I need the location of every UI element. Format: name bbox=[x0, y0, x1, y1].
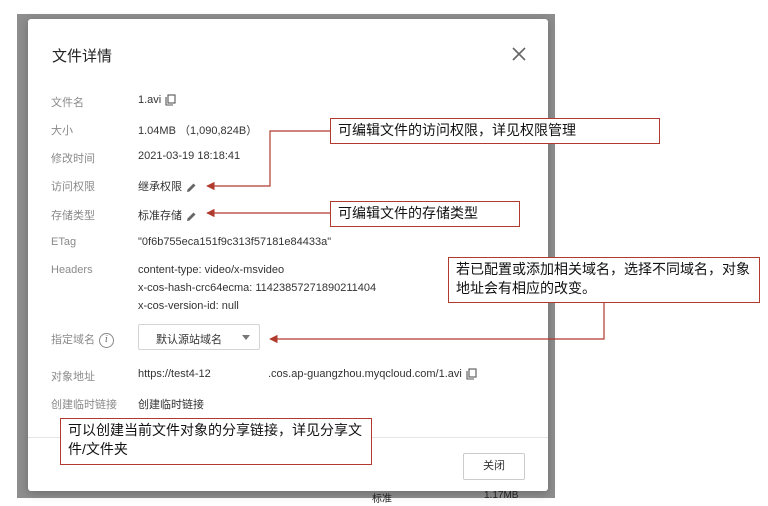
access-permission-value: 继承权限 bbox=[138, 181, 182, 193]
caret-down-icon bbox=[242, 335, 250, 340]
object-url-part2: .cos.ap-guangzhou.myqcloud.com/1.avi bbox=[268, 368, 462, 380]
storage-class-value: 标准存储 bbox=[138, 210, 182, 222]
headers-label: Headers bbox=[51, 264, 93, 276]
header-line: x-cos-hash-crc64ecma: 114238572718902114… bbox=[138, 282, 377, 294]
info-icon[interactable]: i bbox=[99, 332, 114, 348]
header-line: content-type: video/x-msvideo bbox=[138, 264, 285, 276]
callout-domain: 若已配置或添加相关域名，选择不同域名，对象地址会有相应的改变。 bbox=[448, 257, 760, 303]
callout-acl: 可编辑文件的访问权限，详见权限管理 bbox=[330, 118, 660, 144]
callout-share: 可以创建当前文件对象的分享链接，详见分享文件/文件夹 bbox=[60, 418, 372, 465]
background-file-size: 1.17MB bbox=[484, 490, 519, 501]
dialog-title: 文件详情 bbox=[52, 48, 113, 65]
callout-storage: 可编辑文件的存储类型 bbox=[330, 201, 520, 227]
domain-select-value: 默认源站域名 bbox=[156, 334, 222, 346]
etag-value: "0f6b755eca151f9c313f57181e84433a" bbox=[138, 236, 332, 248]
background-storage-class: 标准 bbox=[372, 494, 392, 505]
edit-storage-pencil-icon[interactable] bbox=[186, 211, 197, 222]
size-value: 1.04MB （1,090,824B） bbox=[138, 125, 258, 137]
edit-acl-pencil-icon[interactable] bbox=[186, 182, 197, 193]
storage-class-label: 存储类型 bbox=[51, 210, 95, 222]
temp-link-label: 创建临时链接 bbox=[51, 399, 117, 411]
size-label: 大小 bbox=[51, 125, 73, 137]
etag-label: ETag bbox=[51, 236, 77, 248]
modified-time-label: 修改时间 bbox=[51, 153, 95, 165]
create-temp-link[interactable]: 创建临时链接 bbox=[138, 396, 204, 412]
object-url-part1: https://test4-12 bbox=[138, 368, 211, 380]
close-icon[interactable] bbox=[510, 45, 528, 63]
access-permission-label: 访问权限 bbox=[51, 181, 95, 193]
domain-label: 指定域名 bbox=[51, 334, 95, 346]
header-line: x-cos-version-id: null bbox=[138, 300, 239, 312]
close-button[interactable]: 关闭 bbox=[463, 453, 525, 480]
file-name-value: 1.avi bbox=[138, 94, 162, 106]
object-url-label: 对象地址 bbox=[51, 371, 95, 383]
file-name-label: 文件名 bbox=[51, 97, 84, 109]
copy-icon[interactable] bbox=[165, 94, 176, 106]
domain-select[interactable]: 默认源站域名 bbox=[138, 324, 260, 350]
headers-value: content-type: video/x-msvideo x-cos-hash… bbox=[138, 261, 376, 315]
modified-time-value: 2021-03-19 18:18:41 bbox=[138, 150, 241, 162]
copy-icon[interactable] bbox=[466, 368, 477, 380]
